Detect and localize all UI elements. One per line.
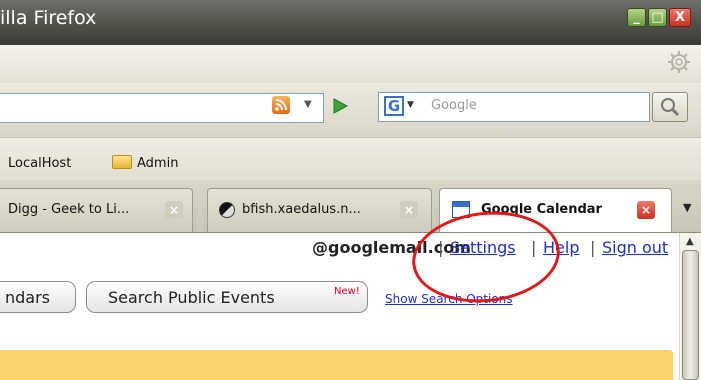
yellow-panel xyxy=(0,350,673,380)
search-input[interactable] xyxy=(378,92,650,122)
dropdown-arrow-icon[interactable]: ▼ xyxy=(304,99,312,110)
tab-google-calendar-close-icon[interactable]: × xyxy=(637,201,655,219)
close-icon: X xyxy=(674,10,686,25)
go-arrow-icon[interactable] xyxy=(329,96,351,116)
bfish-favicon-icon xyxy=(219,202,235,218)
tab-bfish-close-icon[interactable]: × xyxy=(400,201,418,219)
tab-bfish-label: bfish.xaedalus.n... xyxy=(242,202,361,217)
title-bar: illa Firefox xyxy=(0,0,701,45)
calendars-button-label: ndars xyxy=(5,288,51,307)
search-placeholder: Google xyxy=(431,98,477,113)
separator: | xyxy=(590,238,596,257)
menu-bar xyxy=(0,45,701,83)
rss-icon[interactable] xyxy=(272,96,290,114)
minimize-icon: _ xyxy=(633,10,640,25)
search-button[interactable] xyxy=(652,92,688,122)
folder-icon xyxy=(112,155,132,169)
search-magnifier-icon xyxy=(661,98,680,117)
search-public-events-label: Search Public Events xyxy=(108,288,275,307)
maximize-button[interactable]: □ xyxy=(648,8,667,27)
maximize-icon: □ xyxy=(651,10,664,25)
tab-digg-label: Digg - Geek to Li... xyxy=(8,202,130,217)
search-engine-dropdown-icon[interactable]: ▼ xyxy=(407,100,414,110)
close-window-button[interactable]: X xyxy=(669,8,691,27)
tab-list-arrow-icon[interactable]: ▼ xyxy=(683,201,691,214)
scrollbar-thumb[interactable] xyxy=(682,250,699,380)
google-icon[interactable]: G xyxy=(384,96,404,116)
search-public-events-button[interactable]: Search Public Events xyxy=(86,281,368,313)
gear-icon[interactable] xyxy=(667,50,691,74)
minimize-button[interactable]: _ xyxy=(627,8,646,27)
bookmark-localhost[interactable]: LocalHost xyxy=(8,156,71,171)
bookmarks-toolbar xyxy=(0,138,701,180)
window-title: illa Firefox xyxy=(0,7,97,29)
sign-out-link[interactable]: Sign out xyxy=(602,238,668,257)
bookmark-admin[interactable]: Admin xyxy=(137,156,178,171)
tab-digg-close-icon[interactable]: × xyxy=(165,201,183,219)
calendars-button[interactable]: ndars xyxy=(0,281,76,313)
scroll-up-icon[interactable]: ▲ xyxy=(686,236,694,247)
new-badge: New! xyxy=(334,286,360,297)
